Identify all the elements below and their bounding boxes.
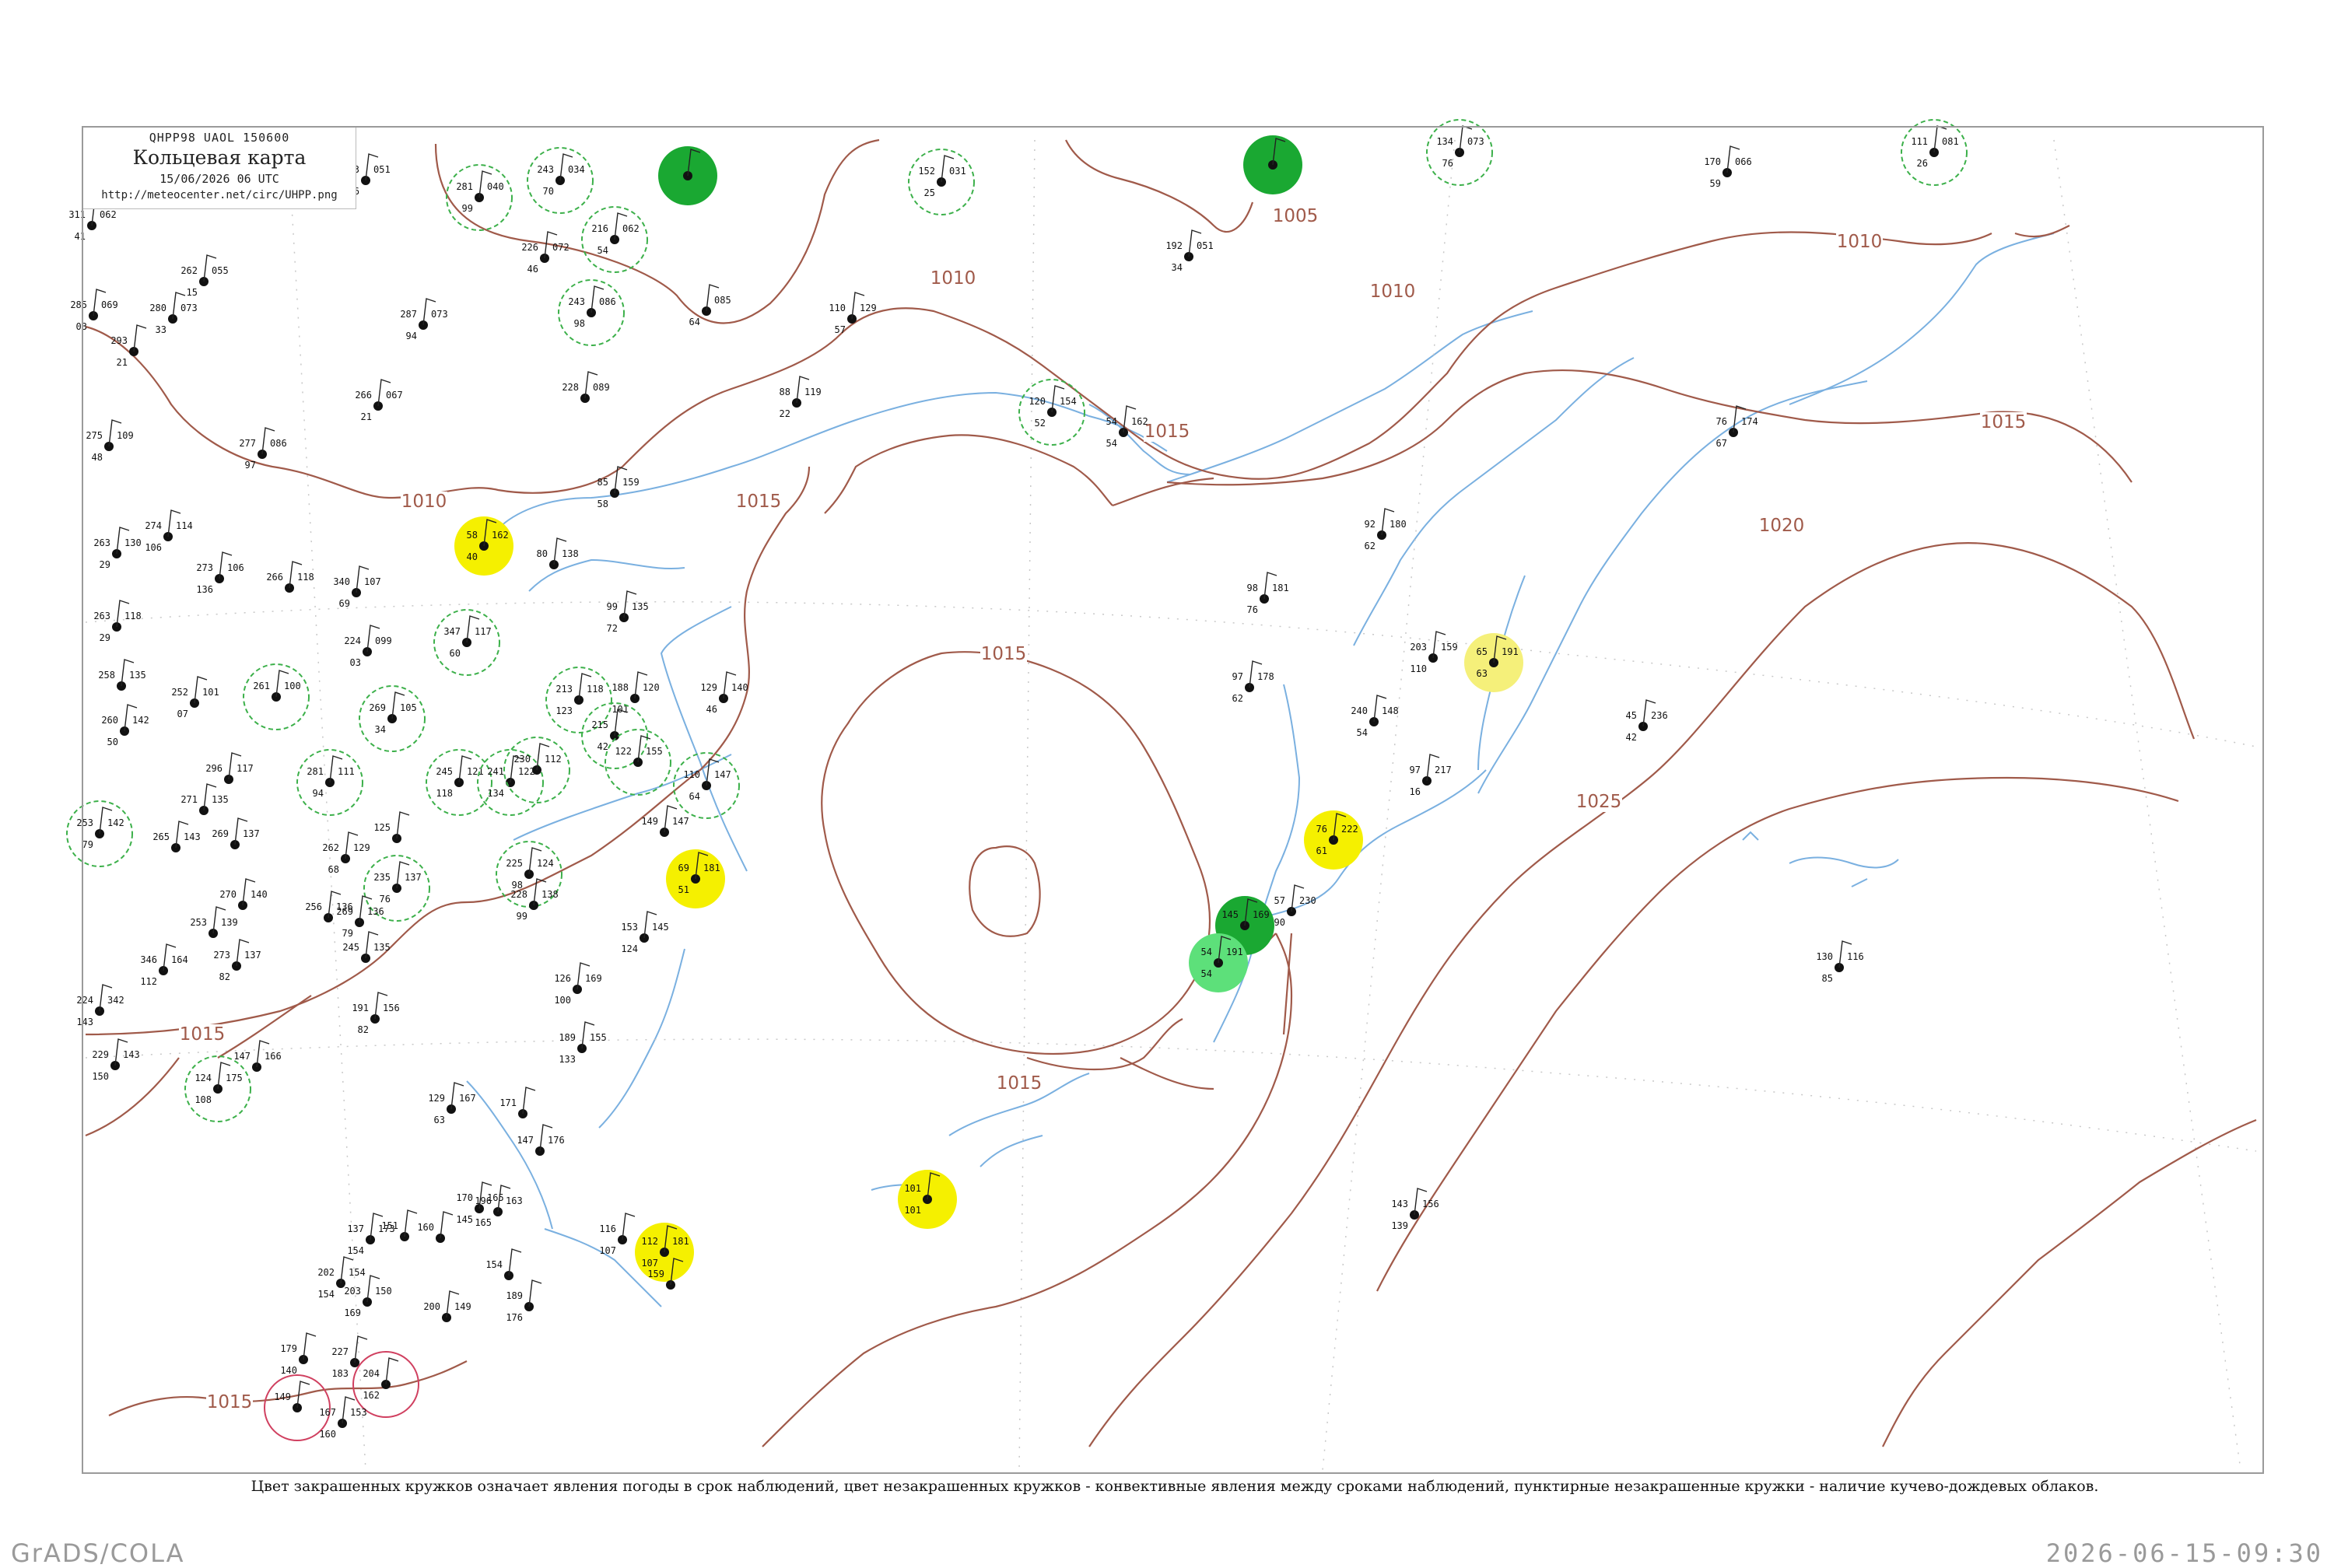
map-title: Кольцевая карта	[132, 146, 307, 169]
legend-note: Цвет закрашенных кружков означает явлени…	[251, 1478, 2099, 1495]
footer-datetime: 2026-06-15-09:30	[2045, 1538, 2323, 1568]
footer-software: GrADS/COLA	[11, 1538, 185, 1568]
map-timestamp: 15/06/2026 06 UTC	[159, 172, 279, 186]
bulletin-code: QHPP98 UAOL 150600	[149, 131, 290, 145]
map-frame	[82, 126, 2264, 1474]
map-legend: QHPP98 UAOL 150600 Кольцевая карта 15/06…	[83, 128, 356, 209]
map-source-url[interactable]: http://meteocenter.net/circ/UHPP.png	[83, 189, 356, 201]
